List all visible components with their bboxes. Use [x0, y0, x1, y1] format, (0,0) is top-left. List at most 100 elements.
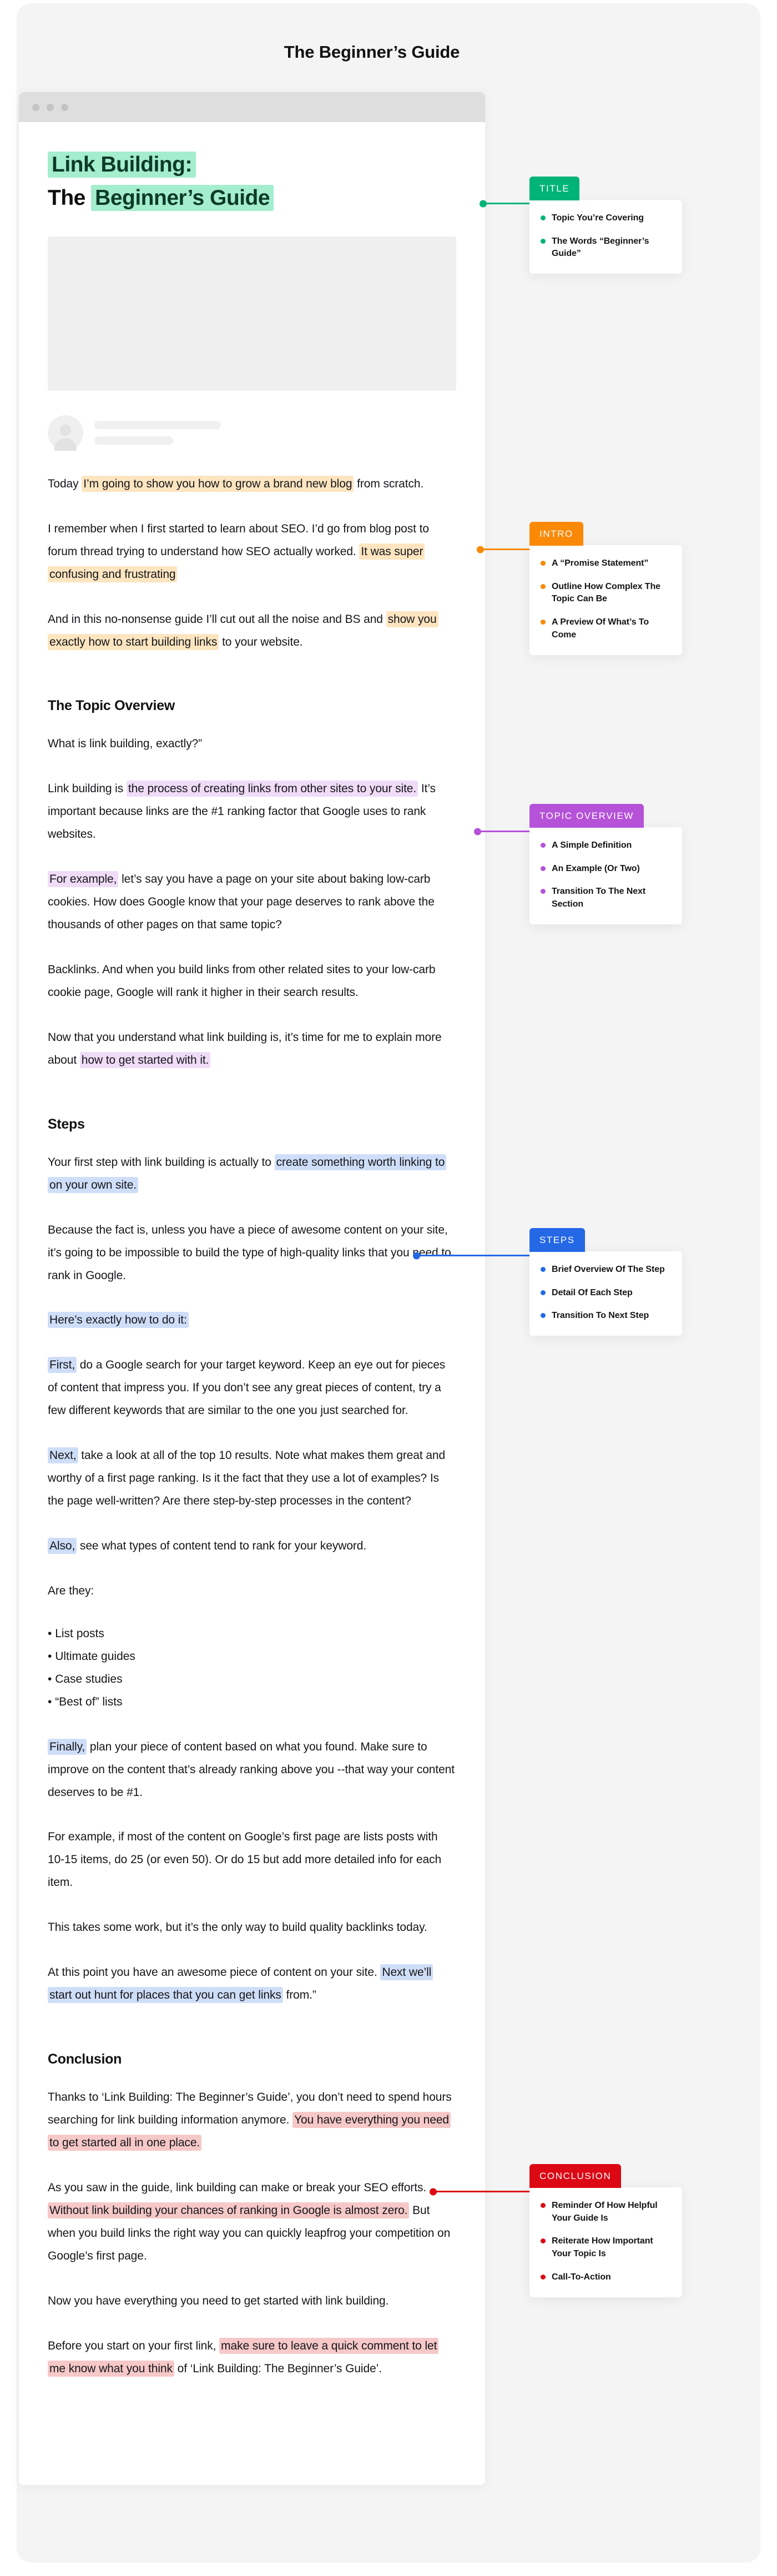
card-body-steps: Brief Overview Of The Step Detail Of Each… — [529, 1251, 682, 1336]
highlight-blue: Also, — [48, 1538, 77, 1554]
annotation-card-topic-overview: TOPIC OVERVIEW A Simple Definition An Exam… — [529, 804, 682, 924]
highlight-purple: the process of creating links from other… — [126, 781, 418, 797]
card-list-item-label: Brief Overview Of The Step — [552, 1265, 665, 1274]
connector-knob-icon — [474, 828, 481, 835]
steps-bullet-list: List postsUltimate guidesCase studies“Be… — [48, 1623, 456, 1714]
card-list-item: The Words “Beginner’s Guide” — [541, 235, 671, 260]
topic-overview-paragraphs: What is link building, exactly?” Link bui… — [48, 733, 456, 1071]
headline-line2-plain: The — [48, 185, 92, 210]
card-body-title: Topic You’re Covering The Words “Beginner… — [529, 200, 682, 274]
highlight-purple: For example, — [48, 871, 119, 888]
paragraph-st-4: First, do a Google search for your targe… — [48, 1354, 456, 1422]
byline-line-2 — [94, 436, 173, 445]
paragraph-st-9: For example, if most of the content on G… — [48, 1830, 442, 1889]
highlight-blue: Finally, — [48, 1738, 87, 1755]
highlight-blue: create something worth linking to on you… — [48, 1154, 447, 1193]
card-item-list: Brief Overview Of The Step Detail Of Each… — [541, 1264, 671, 1322]
paragraph-st-2: Because the fact is, unless you have a p… — [48, 1223, 451, 1282]
article-headline: Link Building: The Beginner’s Guide — [48, 151, 456, 212]
heading-conclusion: Conclusion — [48, 2051, 122, 2067]
paragraph-cn-1: Thanks to ‘Link Building: The Beginner’s… — [48, 2086, 456, 2155]
card-list-item: A Simple Definition — [541, 839, 671, 852]
article-body: Link Building: The Beginner’s Guide Toda… — [19, 122, 485, 2413]
card-list-item: Outline How Complex The Topic Can Be — [541, 581, 671, 606]
paragraph-st-3: Here’s exactly how to do it: — [48, 1309, 456, 1332]
card-list-item-label: A “Promise Statement” — [552, 559, 649, 568]
list-item: List posts — [48, 1623, 456, 1646]
connector-knob-icon — [430, 2188, 437, 2195]
bullet-dot-icon — [541, 561, 546, 566]
card-tab-intro: INTRO — [529, 522, 583, 546]
browser-title-bar — [19, 92, 485, 122]
list-item: Ultimate guides — [48, 1646, 456, 1668]
card-list-item-label: The Words “Beginner’s Guide” — [552, 236, 649, 259]
highlight-orange: It was super confusing and frustrating — [48, 543, 425, 582]
paragraph-st-1: Your first step with link building is ac… — [48, 1151, 456, 1197]
card-item-list: A “Promise Statement” Outline How Complex… — [541, 557, 671, 642]
card-list-item-label: Call-To-Action — [552, 2272, 611, 2282]
bullet-dot-icon — [541, 1290, 546, 1295]
infographic-page: The Beginner’s Guide Link Building: The … — [0, 0, 777, 2576]
paragraph-st-6: Also, see what types of content tend to … — [48, 1535, 456, 1558]
card-list-item: Topic You’re Covering — [541, 212, 671, 225]
card-item-list: Topic You’re Covering The Words “Beginner… — [541, 212, 671, 260]
card-list-item-label: A Preview Of What’s To Come — [552, 617, 649, 640]
paragraph-to-1: What is link building, exactly?” — [48, 737, 203, 751]
paragraph-intro-1: Today I’m going to show you how to grow … — [48, 473, 456, 496]
card-list-item: Reminder Of How Helpful Your Guide Is — [541, 2200, 671, 2225]
highlight-blue: Next, — [48, 1447, 78, 1464]
card-list-item: Detail Of Each Step — [541, 1287, 671, 1300]
card-list-item-label: Reiterate How Important Your Topic Is — [552, 2236, 653, 2259]
card-body-intro: A “Promise Statement” Outline How Complex… — [529, 545, 682, 655]
connector-line-topic-overview — [474, 828, 538, 835]
intro-paragraphs: Today I’m going to show you how to grow … — [48, 473, 456, 654]
paragraph-cn-3: Now you have everything you need to get … — [48, 2294, 389, 2307]
highlight-red: You have everything you need to get star… — [48, 2112, 451, 2151]
card-body-topic-overview: A Simple Definition An Example (Or Two) Tr… — [529, 827, 682, 924]
conclusion-paragraphs: Thanks to ‘Link Building: The Beginner’s… — [48, 2086, 456, 2380]
bullet-dot-icon — [541, 215, 546, 220]
card-item-list: Reminder Of How Helpful Your Guide Is Rei… — [541, 2200, 671, 2284]
card-list-item: Call-To-Action — [541, 2271, 671, 2284]
annotation-card-intro: INTRO A “Promise Statement” Outline How Co… — [529, 522, 682, 655]
avatar — [48, 415, 83, 451]
annotation-card-title: TITLE Topic You’re Covering The Words “Beg… — [529, 177, 682, 274]
bullet-dot-icon — [541, 2274, 546, 2280]
highlight-orange: show you exactly how to start building l… — [48, 611, 438, 650]
bullet-dot-icon — [541, 620, 546, 625]
highlight-blue: First, — [48, 1357, 77, 1373]
card-list-item: Reiterate How Important Your Topic Is — [541, 2235, 671, 2260]
highlight-orange: I’m going to show you how to grow a bran… — [82, 475, 354, 492]
hero-image-placeholder — [48, 236, 456, 391]
card-item-list: A Simple Definition An Example (Or Two) Tr… — [541, 839, 671, 911]
card-list-item-label: Outline How Complex The Topic Can Be — [552, 581, 660, 604]
card-list-item-label: An Example (Or Two) — [552, 863, 640, 873]
headline-line2-highlight: Beginner’s Guide — [91, 184, 274, 211]
paragraph-cn-4: Before you start on your first link, mak… — [48, 2335, 456, 2381]
paragraph-to-5: Now that you understand what link buildi… — [48, 1027, 456, 1072]
paragraph-st-10: This takes some work, but it’s the only … — [48, 1921, 427, 1934]
paragraph-to-3: For example, let’s say you have a page o… — [48, 868, 456, 937]
connector-knob-icon — [413, 1252, 420, 1259]
page-title: The Beginner’s Guide — [284, 42, 460, 62]
maximize-dot-icon — [61, 103, 68, 111]
bullet-dot-icon — [541, 238, 546, 244]
browser-mockup: Link Building: The Beginner’s Guide Toda… — [19, 92, 485, 2485]
minimize-dot-icon — [47, 103, 54, 111]
annotation-card-conclusion: CONCLUSION Reminder Of How Helpful Your G… — [529, 2164, 682, 2297]
card-list-item: A Preview Of What’s To Come — [541, 616, 671, 641]
list-item: “Best of” lists — [48, 1691, 456, 1714]
paragraph-st-11: At this point you have an awesome piece … — [48, 1961, 456, 2007]
card-tab-conclusion: CONCLUSION — [529, 2164, 622, 2188]
card-list-item: An Example (Or Two) — [541, 863, 671, 876]
paragraph-cn-2: As you saw in the guide, link building c… — [48, 2181, 451, 2262]
bullet-dot-icon — [541, 2238, 546, 2244]
paragraph-st-7: Are they: — [48, 1584, 94, 1597]
card-list-item-label: Reminder Of How Helpful Your Guide Is — [552, 2201, 658, 2223]
card-list-item: Transition To The Next Section — [541, 886, 671, 910]
bullet-dot-icon — [541, 1267, 546, 1272]
highlight-red: make sure to leave a quick comment to le… — [48, 2337, 439, 2377]
headline-line1: Link Building: — [48, 152, 196, 178]
byline — [48, 415, 456, 451]
bullet-dot-icon — [541, 889, 546, 894]
